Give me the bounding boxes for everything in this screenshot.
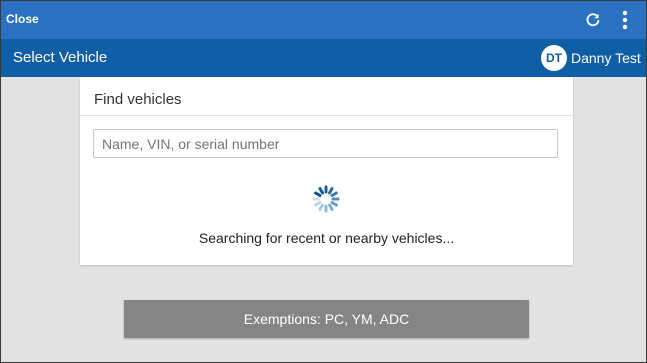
loading-spinner-icon bbox=[312, 185, 340, 213]
close-button[interactable]: Close bbox=[6, 12, 39, 26]
refresh-icon[interactable] bbox=[584, 11, 602, 29]
more-vert-icon[interactable] bbox=[618, 9, 632, 31]
avatar[interactable]: DT bbox=[541, 45, 567, 71]
title-bar: Select Vehicle DT Danny Test bbox=[1, 39, 646, 77]
page-title: Select Vehicle bbox=[13, 49, 108, 66]
vehicle-search-input[interactable] bbox=[93, 129, 558, 158]
app-window: Close Select Vehicle DT Danny Test Find … bbox=[0, 0, 647, 363]
top-bar: Close bbox=[1, 1, 646, 39]
card-divider bbox=[80, 115, 573, 116]
find-vehicles-card: Find vehicles Searching for recent or ne… bbox=[80, 77, 573, 265]
user-name[interactable]: Danny Test bbox=[571, 50, 641, 66]
search-status-text: Searching for recent or nearby vehicles.… bbox=[198, 230, 455, 246]
exemptions-button[interactable]: Exemptions: PC, YM, ADC bbox=[124, 300, 529, 338]
card-title: Find vehicles bbox=[94, 91, 182, 108]
